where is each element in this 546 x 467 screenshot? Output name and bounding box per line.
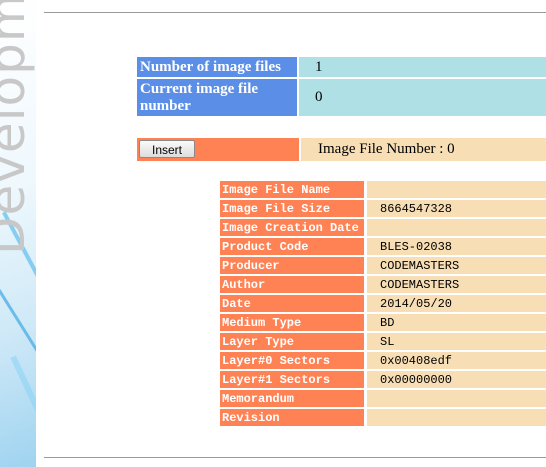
side-decoration: Developme [0, 0, 36, 467]
top-divider [44, 12, 546, 13]
bottom-divider [44, 457, 546, 458]
decorative-streak [10, 355, 36, 431]
detail-row: Image File Name [220, 181, 546, 200]
image-file-count-value: 1 [298, 57, 546, 79]
detail-row: Revision [220, 409, 546, 428]
detail-value [367, 390, 546, 409]
detail-value: 8664547328 [367, 200, 546, 219]
image-file-details-table: Image File Name Image File Size 8664547328… [220, 181, 546, 428]
detail-value [367, 409, 546, 428]
detail-key: Image File Name [220, 181, 367, 200]
insert-bar: Insert Image File Number : 0 [137, 138, 546, 161]
detail-key: Layer#0 Sectors [220, 352, 367, 371]
detail-row: Layer#1 Sectors 0x00000000 [220, 371, 546, 390]
detail-row: Image Creation Date [220, 219, 546, 238]
detail-value: BLES-02038 [367, 238, 546, 257]
detail-key: Author [220, 276, 367, 295]
detail-key: Image Creation Date [220, 219, 367, 238]
detail-key: Image File Size [220, 200, 367, 219]
summary-row-count: Number of image files 1 [137, 57, 546, 79]
detail-value: SL [367, 333, 546, 352]
detail-row: Medium Type BD [220, 314, 546, 333]
insert-button-cell: Insert [137, 138, 299, 161]
side-watermark-text: Developme [0, 0, 36, 255]
current-image-file-value: 0 [298, 79, 546, 118]
insert-button[interactable]: Insert [139, 140, 195, 158]
image-file-count-label: Number of image files [137, 57, 299, 79]
detail-value [367, 181, 546, 200]
detail-key: Product Code [220, 238, 367, 257]
detail-row: Layer#0 Sectors 0x00408edf [220, 352, 546, 371]
current-image-file-label: Current image file number [137, 79, 299, 118]
detail-key: Producer [220, 257, 367, 276]
detail-row: Layer Type SL [220, 333, 546, 352]
detail-row: Author CODEMASTERS [220, 276, 546, 295]
summary-row-current: Current image file number 0 [137, 79, 546, 118]
detail-value: 0x00408edf [367, 352, 546, 371]
detail-key: Medium Type [220, 314, 367, 333]
detail-row: Product Code BLES-02038 [220, 238, 546, 257]
detail-value: CODEMASTERS [367, 257, 546, 276]
detail-key: Revision [220, 409, 367, 428]
detail-key: Layer Type [220, 333, 367, 352]
detail-key: Layer#1 Sectors [220, 371, 367, 390]
detail-row: Date 2014/05/20 [220, 295, 546, 314]
detail-value: BD [367, 314, 546, 333]
detail-key: Memorandum [220, 390, 367, 409]
image-files-summary-table: Number of image files 1 Current image fi… [137, 57, 546, 118]
detail-row: Memorandum [220, 390, 546, 409]
detail-row: Image File Size 8664547328 [220, 200, 546, 219]
detail-key: Date [220, 295, 367, 314]
detail-value: CODEMASTERS [367, 276, 546, 295]
detail-value [367, 219, 546, 238]
detail-value: 0x00000000 [367, 371, 546, 390]
detail-row: Producer CODEMASTERS [220, 257, 546, 276]
detail-value: 2014/05/20 [367, 295, 546, 314]
image-file-number-status: Image File Number : 0 [301, 138, 546, 161]
